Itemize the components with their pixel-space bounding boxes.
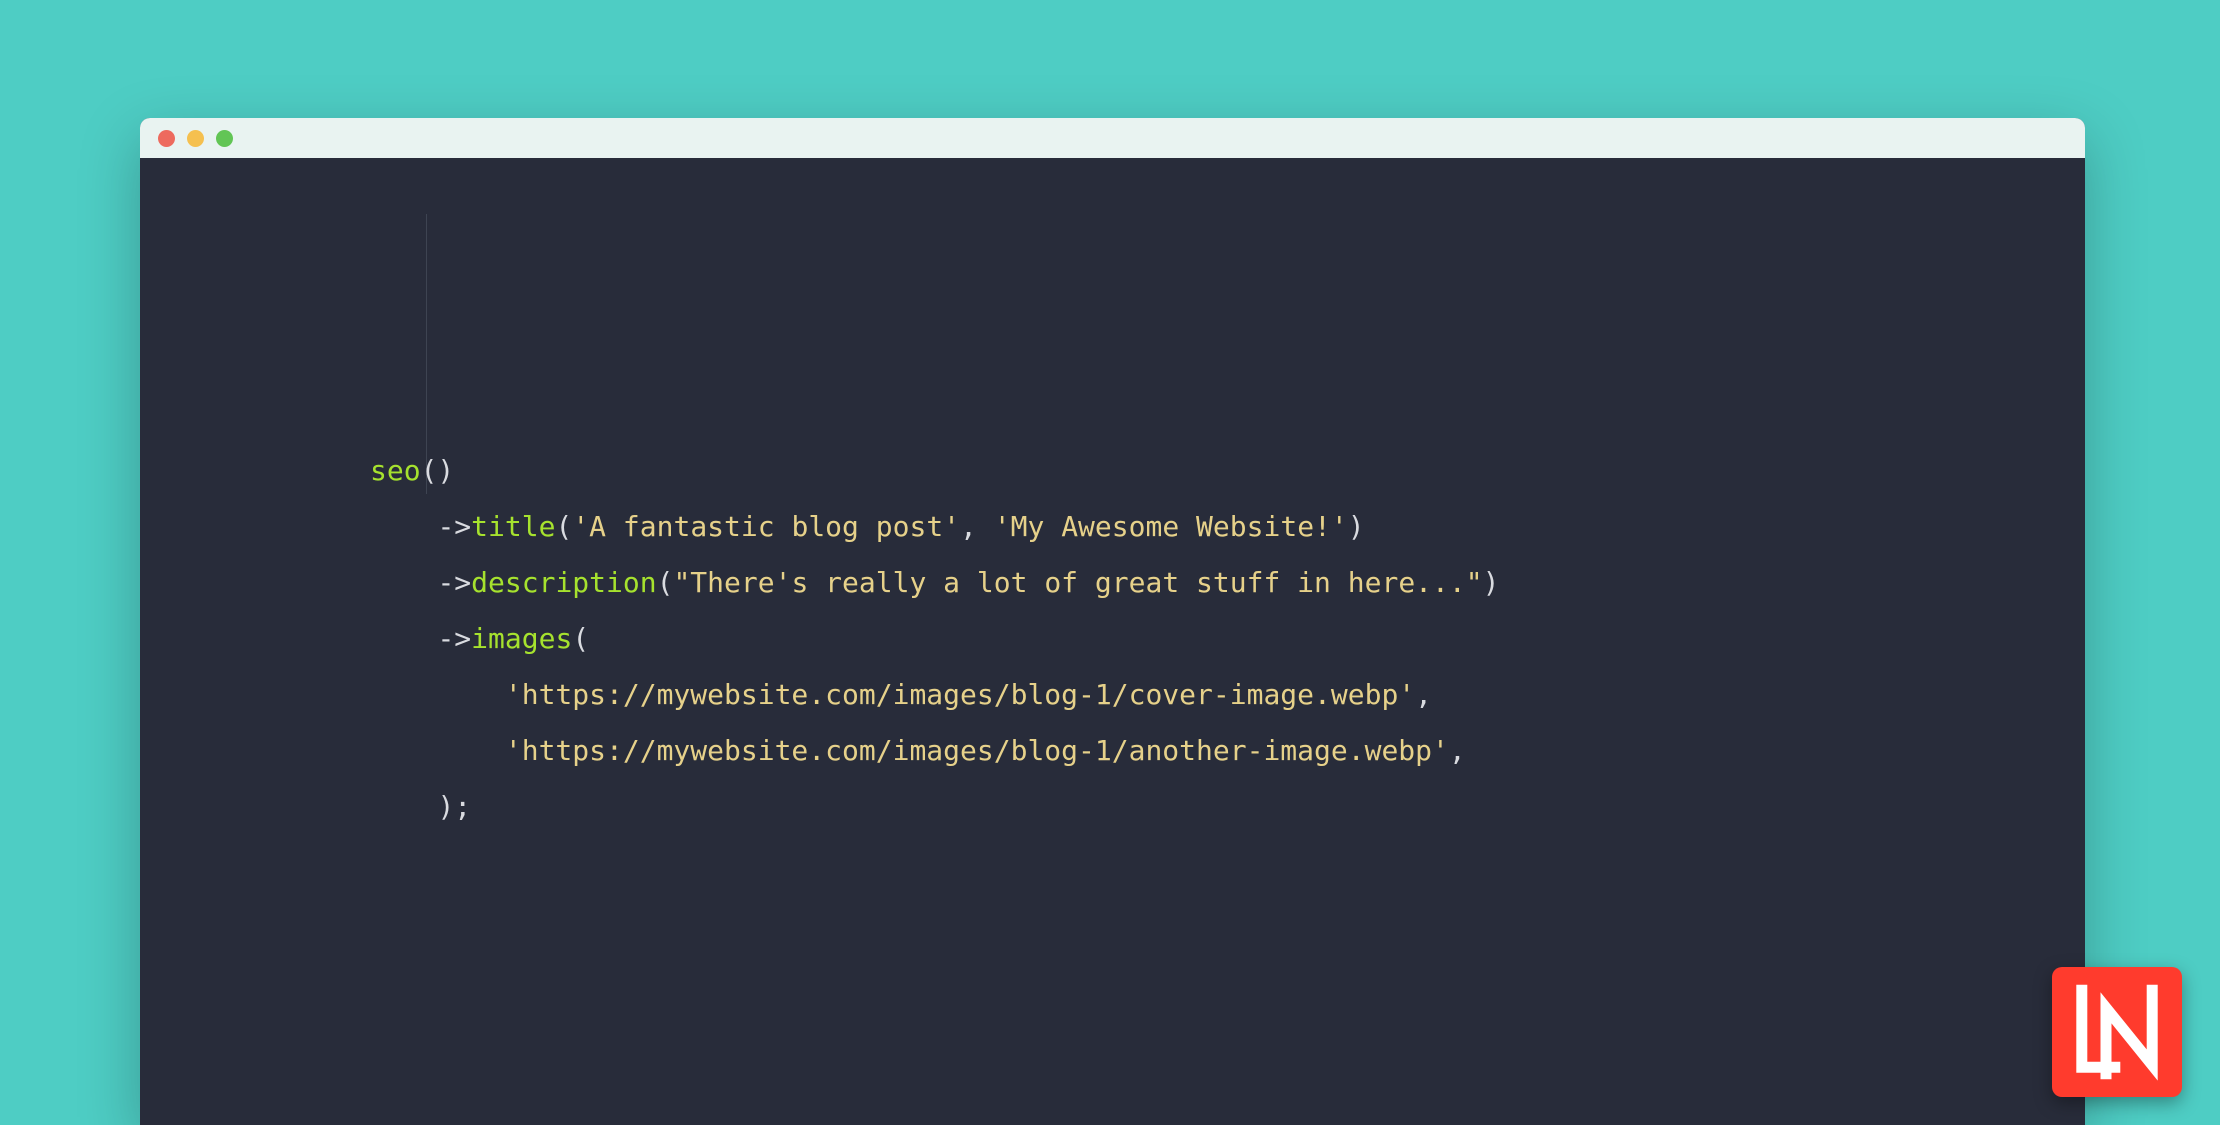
minimize-icon[interactable] (187, 130, 204, 147)
window-titlebar (140, 118, 2085, 158)
ln-logo-icon (2062, 977, 2172, 1087)
code-editor: seo() ->title('A fantastic blog post', '… (140, 158, 2085, 835)
code-function: images (471, 622, 572, 655)
code-string: 'My Awesome Website!' (994, 510, 1348, 543)
code-punct: , (960, 510, 994, 543)
brand-logo (2052, 967, 2182, 1097)
code-punct: () (421, 454, 455, 487)
code-punct: ( (657, 566, 674, 599)
code-punct: ) (1483, 566, 1500, 599)
code-arrow: -> (437, 622, 471, 655)
code-string: "There's really a lot of great stuff in … (673, 566, 1482, 599)
code-line: ); (370, 779, 2085, 835)
code-window: seo() ->title('A fantastic blog post', '… (140, 118, 2085, 1125)
code-arrow: -> (437, 566, 471, 599)
code-line: seo() (370, 443, 2085, 499)
code-function: seo (370, 454, 421, 487)
code-punct: ) (1348, 510, 1365, 543)
maximize-icon[interactable] (216, 130, 233, 147)
code-function: title (471, 510, 555, 543)
code-punct: ( (555, 510, 572, 543)
code-line: ->description("There's really a lot of g… (370, 555, 2085, 611)
code-punct: , (1449, 734, 1466, 767)
code-line: ->title('A fantastic blog post', 'My Awe… (370, 499, 2085, 555)
close-icon[interactable] (158, 130, 175, 147)
code-string: 'A fantastic blog post' (572, 510, 960, 543)
code-line: 'https://mywebsite.com/images/blog-1/ano… (370, 723, 2085, 779)
code-punct: ( (572, 622, 589, 655)
code-arrow: -> (437, 510, 471, 543)
code-string: 'https://mywebsite.com/images/blog-1/ano… (505, 734, 1449, 767)
code-line: ->images( (370, 611, 2085, 667)
code-punct: ); (437, 790, 471, 823)
code-function: description (471, 566, 656, 599)
code-punct: , (1415, 678, 1432, 711)
code-line: 'https://mywebsite.com/images/blog-1/cov… (370, 667, 2085, 723)
code-string: 'https://mywebsite.com/images/blog-1/cov… (505, 678, 1415, 711)
